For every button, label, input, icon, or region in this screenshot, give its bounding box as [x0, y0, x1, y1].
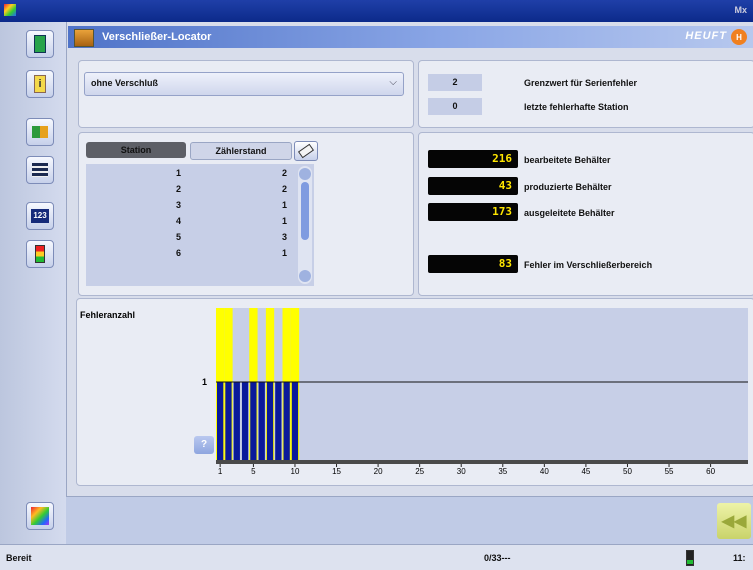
data-bar [233, 382, 240, 460]
x-tick-label: 30 [457, 467, 466, 476]
threshold-panel [418, 60, 753, 128]
data-bar [250, 382, 257, 460]
x-tick-label: 40 [540, 467, 549, 476]
door-icon[interactable] [26, 30, 54, 58]
processed-containers-display: 216 [428, 150, 518, 168]
status-clock: 11: [733, 553, 746, 563]
app-logo-icon [4, 4, 16, 16]
y-tick-label: 1 [202, 377, 207, 387]
x-axis-bar [216, 460, 748, 464]
data-bar [266, 382, 274, 460]
info-icon[interactable]: i [26, 70, 54, 98]
data-bar [225, 382, 232, 460]
page-title: Verschließer-Locator [102, 31, 212, 43]
window-top-right-text: Mx [734, 5, 747, 15]
data-bar [217, 382, 224, 460]
status-text: Bereit [6, 553, 32, 563]
list-icon[interactable] [26, 156, 54, 184]
signal-light-icon[interactable] [26, 240, 54, 268]
module-header: Verschließer-Locator HEUFT H [68, 26, 753, 48]
brand-badge-icon: H [731, 29, 747, 45]
blocks-icon[interactable] [26, 118, 54, 146]
left-toolbar: i 123 [0, 22, 67, 544]
closure-filter-select[interactable]: ohne Verschluß ⌵ [84, 72, 404, 96]
eraser-icon[interactable] [294, 141, 318, 161]
data-bar [275, 382, 282, 460]
last-faulty-station-value: 0 [428, 98, 482, 115]
capper-errors-label: Fehler im Verschließerbereich [524, 260, 653, 270]
table-row[interactable]: 41 [86, 216, 300, 228]
table-row[interactable]: 12 [86, 168, 300, 180]
locator-icon [74, 29, 94, 47]
data-bar [258, 382, 265, 460]
series-error-threshold-label: Grenzwert für Serienfehler [524, 78, 638, 88]
station-list: 12 22 31 41 53 61 [86, 164, 314, 286]
tab-station[interactable]: Station [86, 142, 186, 158]
x-tick-label: 55 [665, 467, 674, 476]
table-row[interactable]: 61 [86, 248, 300, 260]
chart-y-label: Fehleranzahl [80, 310, 135, 320]
x-tick-label: 20 [374, 467, 383, 476]
x-tick-label: 50 [623, 467, 632, 476]
data-bar [283, 382, 290, 460]
x-tick-label: 60 [706, 467, 715, 476]
x-tick-label: 5 [251, 467, 256, 476]
table-row[interactable]: 22 [86, 184, 300, 196]
window-title-bar: Mx [0, 0, 753, 22]
x-tick-label: 45 [581, 467, 590, 476]
capper-errors-display: 83 [428, 255, 518, 273]
x-tick-label: 25 [415, 467, 424, 476]
brand-logo: HEUFT [685, 30, 727, 42]
scroll-thumb[interactable] [301, 182, 309, 240]
back-arrow-icon[interactable]: ◀◀ [717, 503, 751, 539]
tab-counter-reading[interactable]: Zählerstand [190, 142, 292, 160]
table-row[interactable]: 53 [86, 232, 300, 244]
rejected-containers-label: ausgeleitete Behälter [524, 208, 615, 218]
x-tick-label: 15 [332, 467, 341, 476]
status-light-icon [686, 550, 694, 566]
x-tick-label: 10 [291, 467, 300, 476]
scroll-up-icon[interactable] [299, 168, 311, 180]
last-faulty-station-label: letzte fehlerhafte Station [524, 102, 629, 112]
error-count-chart: Fehleranzahl 11 5 10 15 20 25 30 35 40 45 50 55 60 [80, 308, 748, 476]
x-tick-label: 35 [498, 467, 507, 476]
station-list-scrollbar[interactable] [298, 166, 312, 284]
table-row[interactable]: 31 [86, 200, 300, 212]
produced-containers-label: produzierte Behälter [524, 182, 612, 192]
status-center-text: 0/33--- [484, 553, 511, 563]
bottom-toolbar: ◀◀ [66, 496, 753, 545]
processed-containers-label: bearbeitete Behälter [524, 155, 611, 165]
produced-containers-display: 43 [428, 177, 518, 195]
chart-help-button[interactable]: ? [194, 436, 214, 454]
series-error-threshold-value[interactable]: 2 [428, 74, 482, 91]
x-tick-label: 1 [218, 467, 223, 476]
rejected-containers-display: 173 [428, 203, 518, 221]
status-bar: Bereit 0/33--- 11: [0, 544, 753, 570]
data-bar [241, 382, 249, 460]
closure-filter-value: ohne Verschluß [91, 78, 159, 88]
color-palette-icon[interactable] [26, 502, 54, 530]
chevron-down-icon: ⌵ [389, 77, 397, 88]
scroll-down-icon[interactable] [299, 270, 311, 282]
counter-icon[interactable]: 123 [26, 202, 54, 230]
data-bar [291, 382, 299, 460]
